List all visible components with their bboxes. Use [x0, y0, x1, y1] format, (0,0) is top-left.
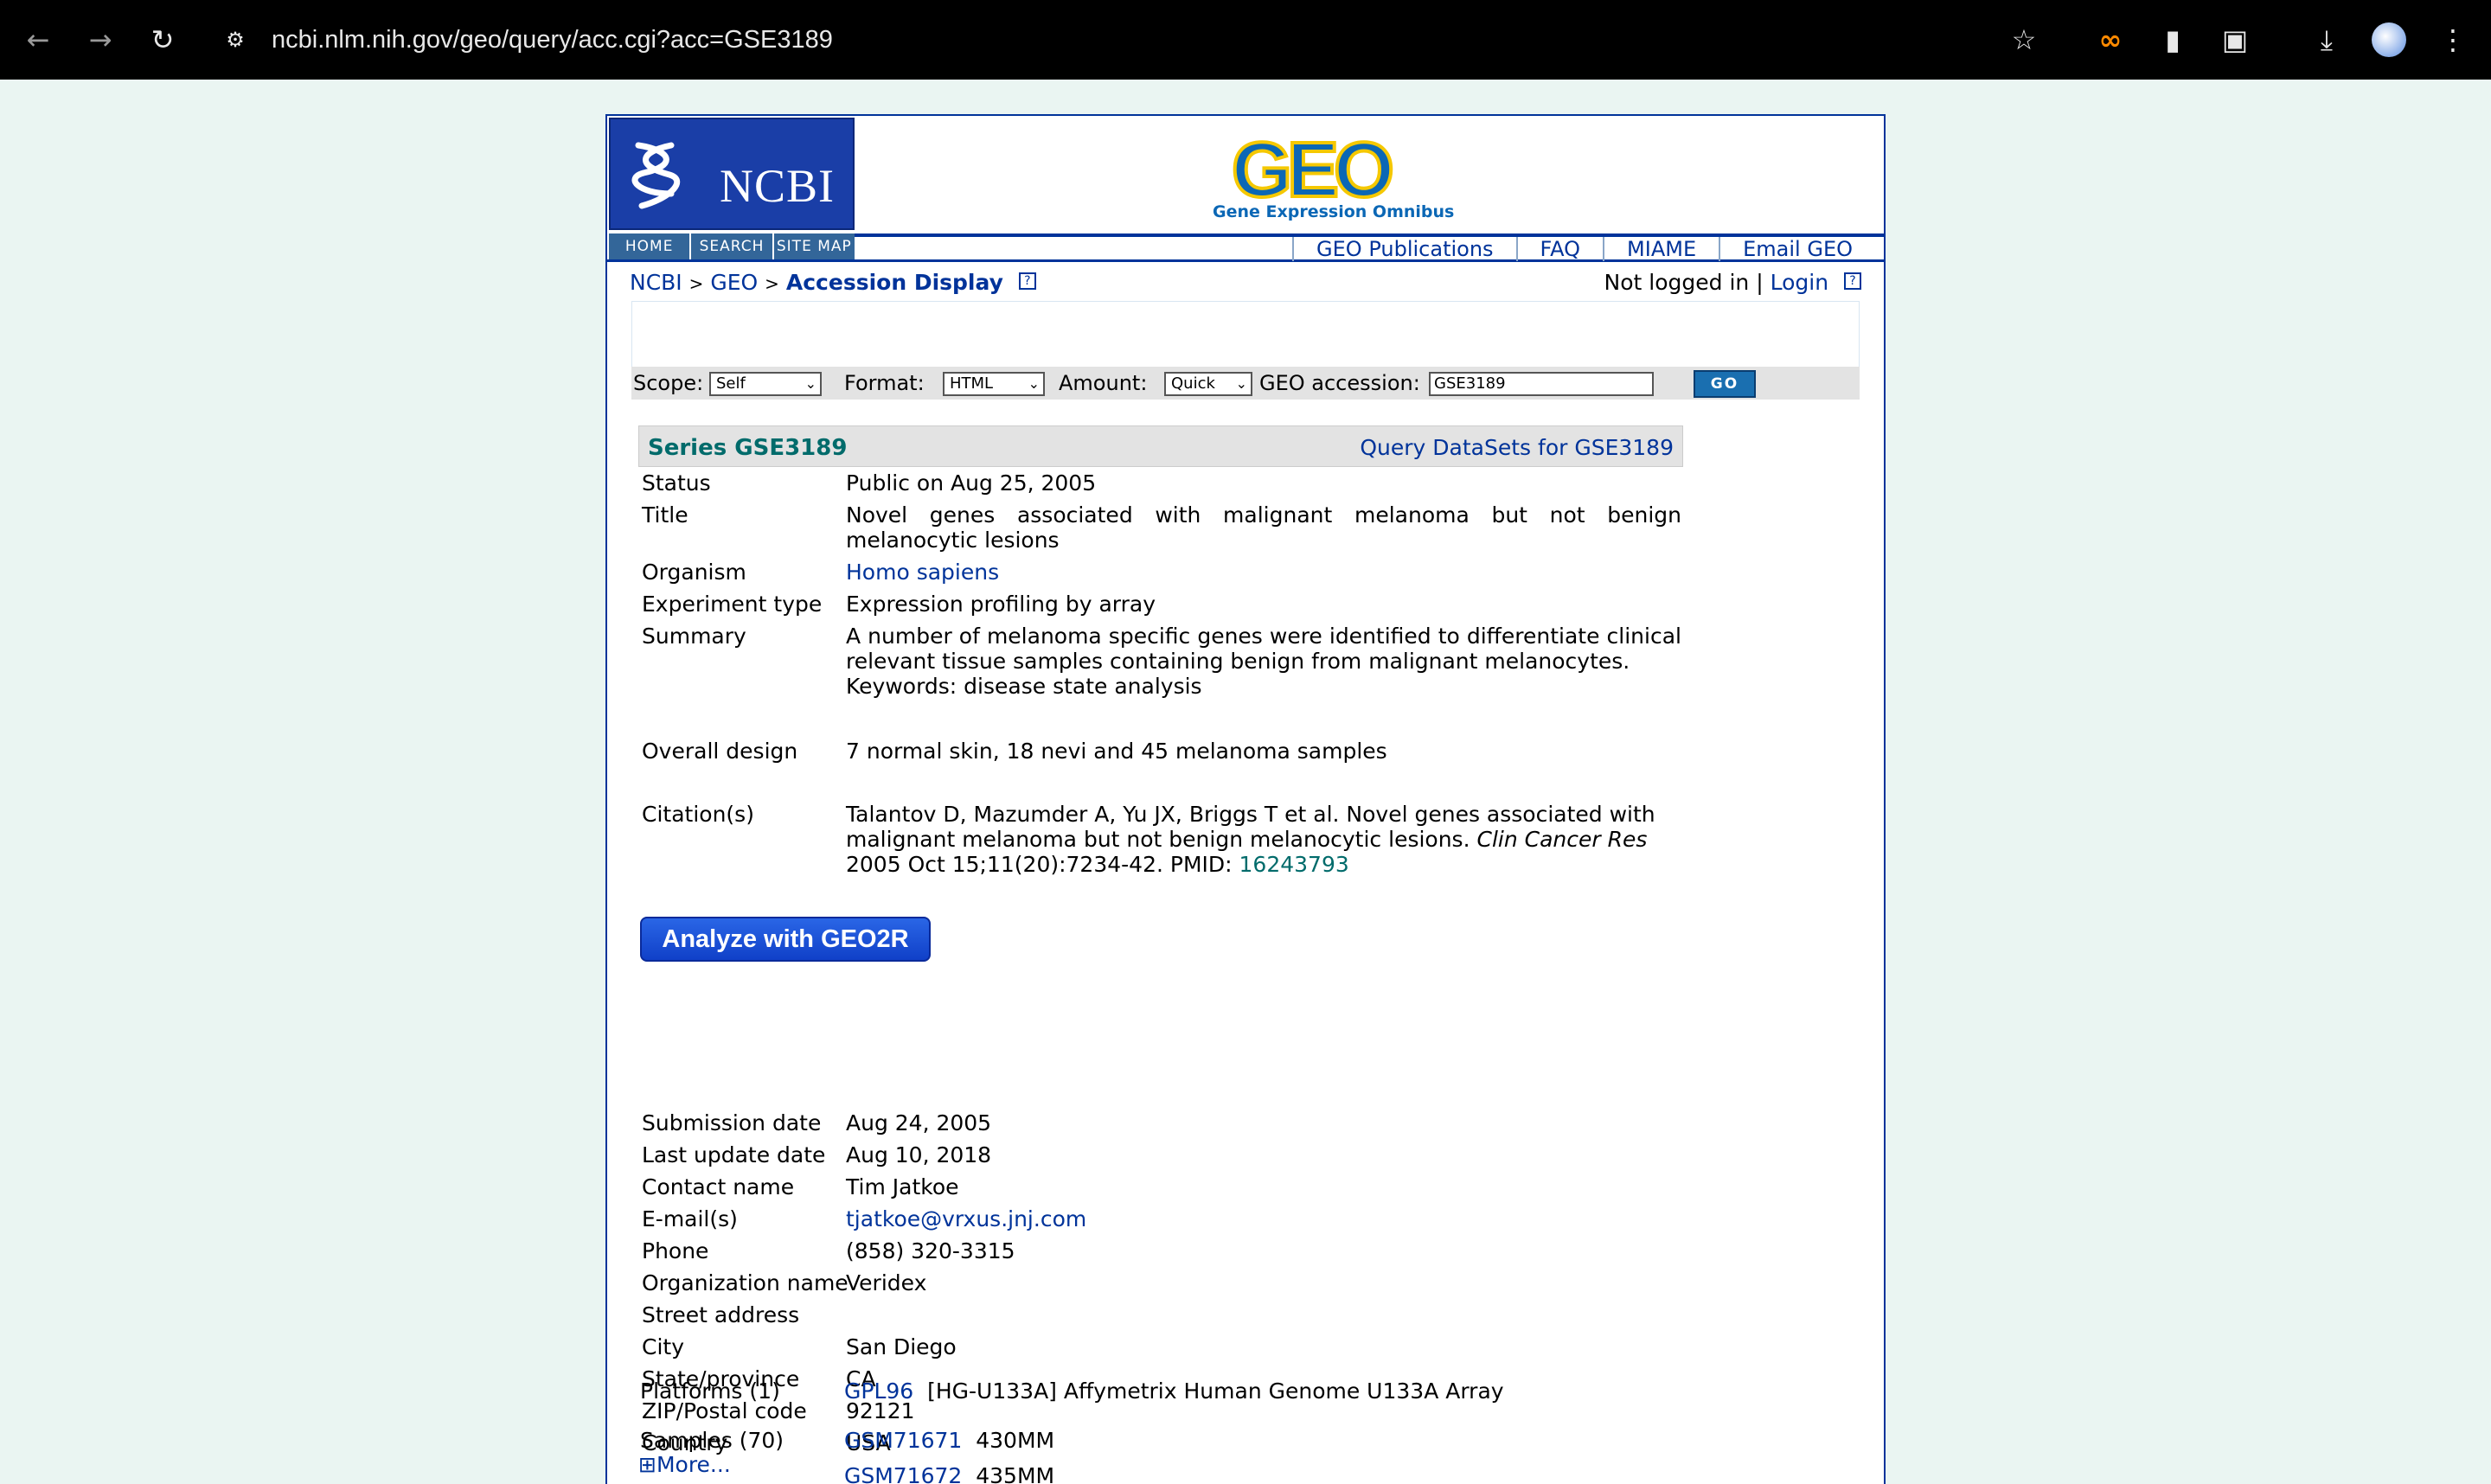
- accession-input[interactable]: GSE3189: [1429, 372, 1654, 396]
- help-icon[interactable]: ?: [1018, 272, 1036, 290]
- phone-label: Phone: [642, 1238, 709, 1263]
- miame-link[interactable]: MIAME: [1603, 237, 1719, 261]
- overall-design-label: Overall design: [642, 739, 798, 764]
- login-status: Not logged in: [1604, 270, 1750, 295]
- geo-logo-subtitle: Gene Expression Omnibus: [1213, 202, 1455, 221]
- last-update-label: Last update date: [642, 1142, 826, 1167]
- reading-mode-icon[interactable]: ▮: [2154, 21, 2192, 59]
- login-area: Not logged in | Login ?: [1604, 270, 1861, 295]
- chevron-down-icon: ⌄: [1028, 375, 1040, 392]
- organization-value: Veridex: [846, 1270, 927, 1295]
- organism-value: Homo sapiens: [846, 560, 1681, 585]
- expand-icon: ⊞: [638, 1452, 656, 1477]
- platforms-label: Platforms (1): [640, 1378, 780, 1404]
- submission-date-value: Aug 24, 2005: [846, 1110, 992, 1135]
- citation-label: Citation(s): [642, 802, 754, 827]
- geo-logo[interactable]: GEO Gene Expression Omnibus: [1213, 125, 1472, 228]
- accession-label: GEO accession:: [1259, 371, 1420, 395]
- pmid-link[interactable]: 16243793: [1239, 852, 1349, 877]
- back-icon[interactable]: ←: [19, 21, 57, 59]
- breadcrumb: NCBI > GEO > Accession Display ?: [630, 270, 1036, 295]
- sample-row: GSM71672 435MM: [844, 1463, 1680, 1484]
- reload-icon[interactable]: ↻: [144, 21, 182, 59]
- sample-row: GSM71671 430MM: [844, 1428, 1055, 1453]
- submission-date-label: Submission date: [642, 1110, 822, 1135]
- status-value: Public on Aug 25, 2005: [846, 470, 1097, 496]
- platforms-samples-section: Platforms (1) GPL96 [HG-U133A] Affymetri…: [605, 1378, 1886, 1484]
- email-label: E-mail(s): [642, 1206, 738, 1231]
- geo-publications-link[interactable]: GEO Publications: [1292, 237, 1516, 261]
- organism-link[interactable]: Homo sapiens: [846, 560, 999, 585]
- chevron-down-icon: ⌄: [1235, 375, 1247, 392]
- format-label: Format:: [844, 371, 925, 395]
- scope-select[interactable]: Self ⌄: [709, 372, 822, 396]
- chevron-down-icon: ⌄: [804, 375, 816, 392]
- city-label: City: [642, 1334, 684, 1359]
- contact-name-value: Tim Jatkoe: [846, 1174, 959, 1199]
- breadcrumb-ncbi[interactable]: NCBI: [630, 270, 682, 295]
- address-bar[interactable]: ncbi.nlm.nih.gov/geo/query/acc.cgi?acc=G…: [272, 21, 833, 59]
- bookmark-star-icon[interactable]: ☆: [2005, 21, 2043, 59]
- login-help-icon[interactable]: ?: [1844, 272, 1861, 290]
- scope-label: Scope:: [633, 371, 704, 395]
- email-value: tjatkoe@vrxus.jnj.com: [846, 1206, 1681, 1231]
- login-link[interactable]: Login: [1771, 270, 1828, 295]
- ncbi-nav: HOME SEARCH SITE MAP: [609, 233, 855, 259]
- contact-name-label: Contact name: [642, 1174, 795, 1199]
- sample-link[interactable]: GSM71672: [844, 1463, 962, 1484]
- title-label: Title: [642, 502, 688, 528]
- summary-keywords: Keywords: disease state analysis: [846, 674, 1202, 699]
- amount-label: Amount:: [1059, 371, 1148, 395]
- profile-avatar[interactable]: [2370, 21, 2408, 59]
- ncbi-logo-text: NCBI: [720, 160, 836, 212]
- last-update-value: Aug 10, 2018: [846, 1142, 992, 1167]
- format-select[interactable]: HTML ⌄: [943, 372, 1045, 396]
- organism-label: Organism: [642, 560, 746, 585]
- street-address-label: Street address: [642, 1302, 800, 1327]
- email-link[interactable]: tjatkoe@vrxus.jnj.com: [846, 1206, 1086, 1231]
- title-value: Novel genes associated with malignant me…: [846, 502, 1681, 553]
- phone-value: (858) 320-3315: [846, 1238, 1015, 1263]
- go-button[interactable]: GO: [1694, 370, 1756, 398]
- ncbi-sitemap-link[interactable]: SITE MAP: [774, 233, 855, 259]
- platform-value: GPL96 [HG-U133A] Affymetrix Human Genome…: [844, 1378, 1504, 1404]
- email-geo-link[interactable]: Email GEO: [1719, 237, 1875, 261]
- platform-link[interactable]: GPL96: [844, 1378, 913, 1404]
- citation-value: Talantov D, Mazumder A, Yu JX, Briggs T …: [846, 802, 1655, 877]
- organization-label: Organization name: [642, 1270, 848, 1295]
- extension-icon[interactable]: ∞: [2091, 21, 2129, 59]
- menu-kebab-icon[interactable]: ⋮: [2434, 21, 2472, 59]
- ncbi-logo[interactable]: NCBI: [609, 118, 855, 230]
- geo-page: NCBI HOME SEARCH SITE MAP GEO Gene Expre…: [605, 114, 1886, 1484]
- extensions-puzzle-icon[interactable]: ▣: [2216, 21, 2254, 59]
- breadcrumb-current: Accession Display: [785, 270, 1003, 295]
- geo-top-links: GEO Publications FAQ MIAME Email GEO: [1292, 237, 1875, 261]
- more-samples-link[interactable]: ⊞More...: [638, 1452, 731, 1477]
- city-value: San Diego: [846, 1334, 957, 1359]
- summary-value: A number of melanoma specific genes were…: [846, 624, 1681, 699]
- search-form: Scope: Self ⌄ Format: HTML ⌄ Amount: Quick…: [631, 367, 1860, 400]
- series-title: Series GSE3189: [648, 435, 848, 461]
- download-icon[interactable]: ⤓: [2308, 21, 2346, 59]
- faq-link[interactable]: FAQ: [1515, 237, 1604, 261]
- status-label: Status: [642, 470, 711, 496]
- amount-select[interactable]: Quick ⌄: [1164, 372, 1252, 396]
- summary-label: Summary: [642, 624, 746, 649]
- forward-icon[interactable]: →: [81, 21, 119, 59]
- site-info-icon[interactable]: ⚙: [216, 21, 254, 59]
- samples-label: Samples (70): [640, 1428, 784, 1453]
- analyze-geo2r-button[interactable]: Analyze with GEO2R: [640, 917, 931, 962]
- ncbi-helix-icon: [631, 142, 681, 209]
- query-datasets-link[interactable]: Query DataSets for GSE3189: [1360, 435, 1674, 460]
- series-header: Series GSE3189 Query DataSets for GSE318…: [638, 425, 1683, 467]
- breadcrumb-geo[interactable]: GEO: [710, 270, 758, 295]
- ncbi-home-link[interactable]: HOME: [609, 233, 692, 259]
- experiment-type-value: Expression profiling by array: [846, 592, 1156, 617]
- sample-link[interactable]: GSM71671: [844, 1428, 962, 1453]
- browser-toolbar: ← → ↻ ⚙ ncbi.nlm.nih.gov/geo/query/acc.c…: [0, 0, 2491, 80]
- experiment-type-label: Experiment type: [642, 592, 823, 617]
- ncbi-search-link[interactable]: SEARCH: [691, 233, 774, 259]
- summary-text: A number of melanoma specific genes were…: [846, 624, 1681, 674]
- overall-design-value: 7 normal skin, 18 nevi and 45 melanoma s…: [846, 739, 1387, 764]
